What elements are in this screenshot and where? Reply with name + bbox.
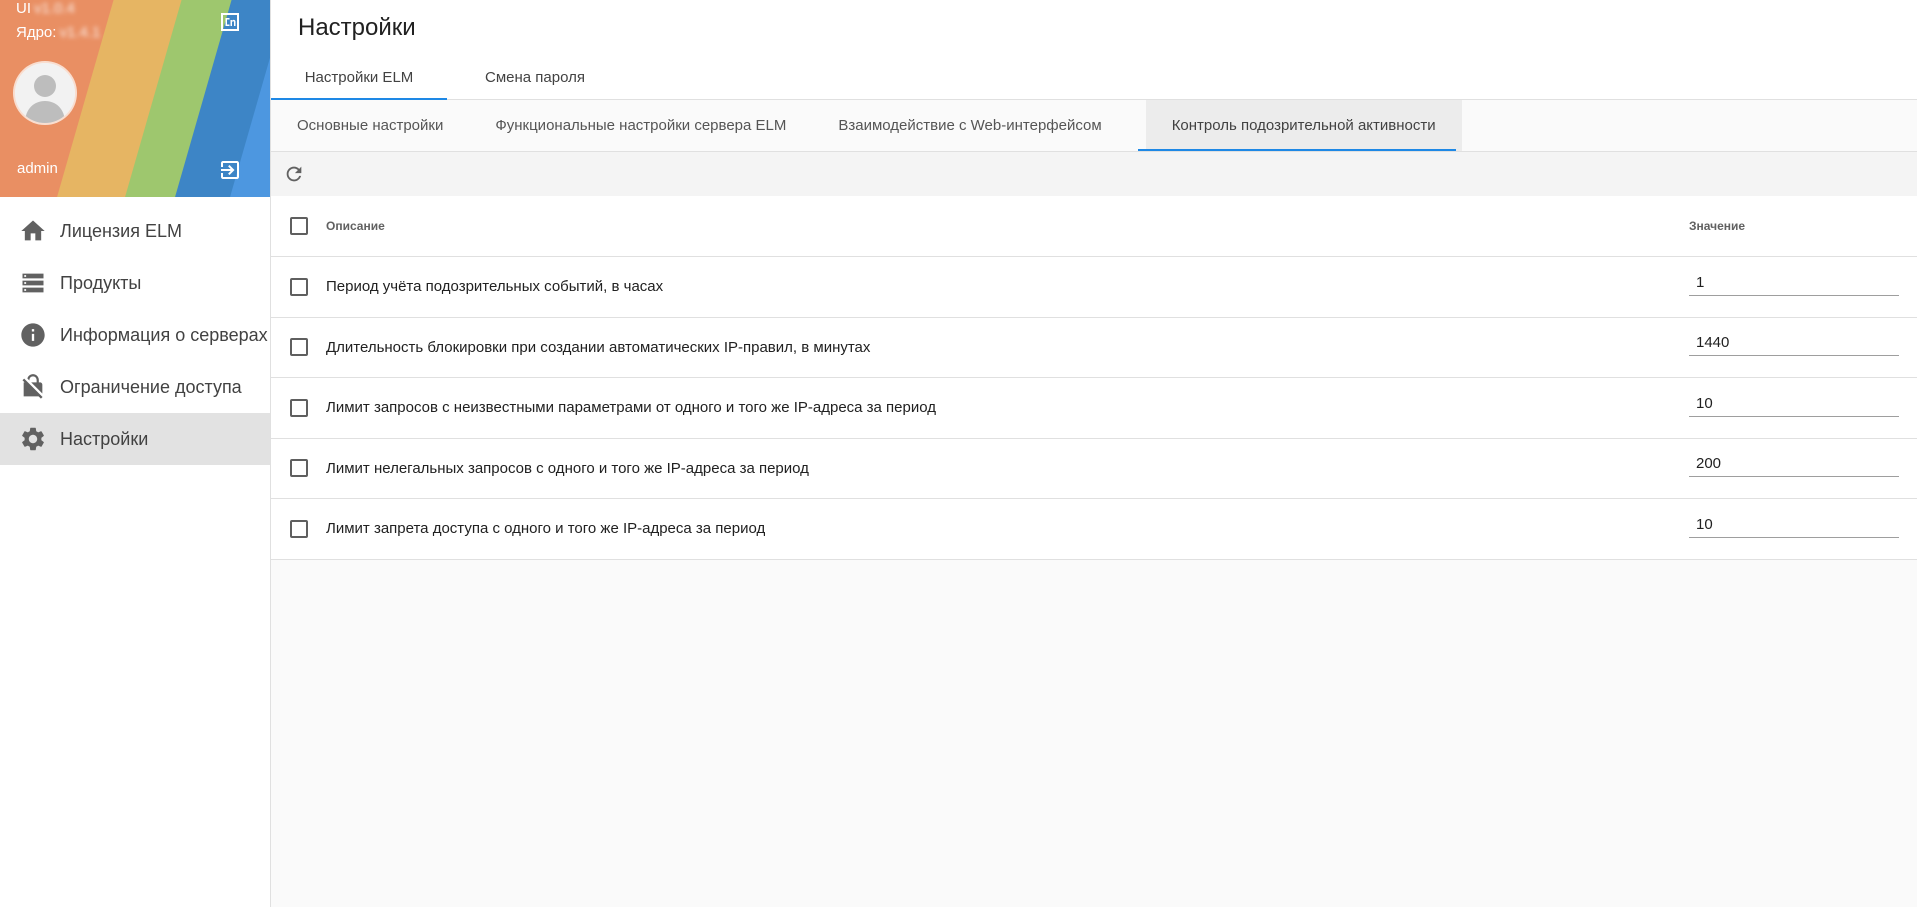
user-avatar-icon [15, 63, 75, 123]
table-row: Длительность блокировки при создании авт… [271, 318, 1917, 378]
row-value-input[interactable] [1689, 392, 1899, 417]
main-content: Настройки Настройки ELM Смена пароля Осн… [271, 0, 1917, 907]
lock-off-icon [18, 372, 48, 402]
table-row: Лимит нелегальных запросов с одного и то… [271, 439, 1917, 499]
row-select-cell [271, 338, 326, 357]
sidebar-item-license[interactable]: Лицензия ELM [0, 205, 270, 257]
row-select-cell [271, 519, 326, 538]
row-checkbox[interactable] [289, 398, 308, 417]
select-all-checkbox[interactable] [289, 217, 308, 235]
sidebar-item-products[interactable]: Продукты [0, 257, 270, 309]
column-header-value: Значение [1689, 219, 1746, 233]
subtab-suspicious-activity[interactable]: Контроль подозрительной активности [1137, 100, 1462, 151]
row-value-input[interactable] [1689, 332, 1899, 357]
logout-icon [221, 161, 239, 179]
subtab-general-settings[interactable]: Основные настройки [271, 100, 469, 151]
settings-subtabs: Основные настройки Функциональные настро… [271, 100, 1917, 152]
row-checkbox[interactable] [289, 338, 308, 357]
refresh-button[interactable] [281, 161, 307, 187]
row-select-cell [271, 277, 326, 296]
home-icon [18, 216, 48, 246]
row-select-cell [271, 398, 326, 417]
row-value-input[interactable] [1689, 453, 1899, 478]
sidebar-item-label: Продукты [60, 272, 142, 293]
gear-icon [18, 424, 48, 454]
row-value-cell [1689, 392, 1917, 417]
row-description: Длительность блокировки при создании авт… [326, 338, 871, 356]
language-toggle-button[interactable] [217, 9, 243, 35]
row-value-cell [1689, 332, 1917, 357]
tab-change-password[interactable]: Смена пароля [447, 56, 585, 98]
list-icon [18, 268, 48, 298]
row-value-cell [1689, 513, 1917, 538]
table-row: Период учёта подозрительных событий, в ч… [271, 257, 1917, 318]
core-version: Ядро: v1.4.1 [16, 24, 100, 42]
row-description: Лимит нелегальных запросов с одного и то… [326, 459, 809, 477]
sidebar-item-label: Настройки [60, 428, 149, 449]
ui-version-value: v1.0.4 [34, 0, 75, 17]
username: admin [17, 160, 58, 177]
row-checkbox[interactable] [289, 277, 308, 296]
sidebar-item-label: Лицензия ELM [60, 220, 182, 241]
page-header: Настройки Настройки ELM Смена пароля [271, 0, 1917, 100]
app-root: UI v1.0.4 Ядро: v1.4.1 admin Лицензия EL… [0, 0, 1917, 907]
row-description: Период учёта подозрительных событий, в ч… [326, 278, 664, 296]
row-value-cell [1689, 271, 1917, 296]
sidebar-item-settings[interactable]: Настройки [0, 413, 270, 465]
row-select-cell [271, 459, 326, 478]
page-title: Настройки [298, 14, 416, 41]
row-description: Лимит запрета доступа с одного и того же… [326, 520, 766, 538]
settings-table: Описание Значение Период учёта подозрите… [271, 196, 1917, 560]
header-tabs: Настройки ELM Смена пароля [271, 56, 585, 100]
table-row: Лимит запросов с неизвестными параметрам… [271, 378, 1917, 439]
sidebar-nav: Лицензия ELM Продукты Информация о серве… [0, 205, 270, 465]
logout-button[interactable] [217, 157, 243, 183]
subtab-web-interface[interactable]: Взаимодействие с Web-интерфейсом [812, 100, 1127, 151]
sidebar: UI v1.0.4 Ядро: v1.4.1 admin Лицензия EL… [0, 0, 271, 907]
avatar [15, 63, 75, 123]
subtab-server-functional-settings[interactable]: Функциональные настройки сервера ELM [469, 100, 812, 151]
sidebar-item-server-info[interactable]: Информация о серверах [0, 309, 270, 361]
row-description: Лимит запросов с неизвестными параметрам… [326, 399, 937, 417]
row-value-cell [1689, 453, 1917, 478]
info-icon [18, 320, 48, 350]
core-version-label: Ядро: [16, 24, 57, 41]
table-toolbar [271, 152, 1917, 196]
tab-elm-settings[interactable]: Настройки ELM [271, 56, 447, 100]
refresh-icon [286, 166, 302, 182]
select-all-cell [271, 217, 326, 235]
row-checkbox[interactable] [289, 519, 308, 538]
ui-version-label: UI [16, 0, 31, 17]
row-checkbox[interactable] [289, 459, 308, 478]
sidebar-item-label: Информация о серверах [60, 324, 268, 345]
table-row: Лимит запрета доступа с одного и того же… [271, 499, 1917, 560]
sidebar-item-access-restriction[interactable]: Ограничение доступа [0, 361, 270, 413]
language-icon [221, 13, 239, 31]
row-value-input[interactable] [1689, 271, 1899, 296]
row-value-input[interactable] [1689, 513, 1899, 538]
column-header-description: Описание [326, 219, 385, 233]
core-version-value: v1.4.1 [59, 24, 101, 41]
sidebar-header: UI v1.0.4 Ядро: v1.4.1 admin [0, 0, 270, 197]
sidebar-item-label: Ограничение доступа [60, 376, 242, 397]
table-header: Описание Значение [271, 196, 1917, 257]
ui-version: UI v1.0.4 [16, 0, 75, 18]
